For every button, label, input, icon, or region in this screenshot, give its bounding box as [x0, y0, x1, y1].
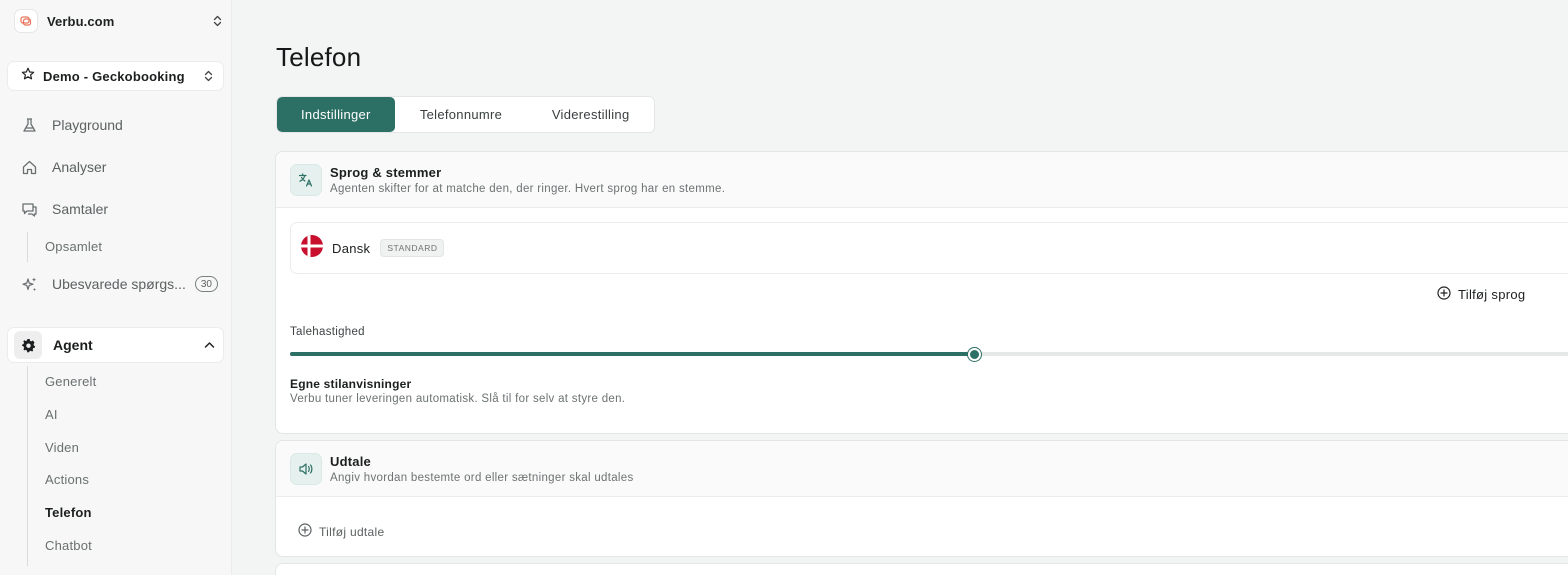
card-header: Sprog & stemmer Agenten skifter for at m… — [276, 152, 1568, 208]
home-icon — [20, 158, 38, 176]
sidebar: Verbu.com Demo - Geckobooking Playground… — [0, 0, 232, 575]
tab-indstillinger[interactable]: Indstillinger — [277, 97, 395, 132]
standard-badge: STANDARD — [380, 239, 445, 257]
language-row-dansk[interactable]: Dansk STANDARD — [290, 222, 1568, 274]
card-title: Sprog & stemmer — [330, 164, 442, 180]
flask-icon — [20, 116, 38, 134]
agent-label: Agent — [53, 337, 93, 353]
tab-telefonnumre[interactable]: Telefonnumre — [395, 97, 528, 132]
languages-card: Sprog & stemmer Agenten skifter for at m… — [275, 151, 1568, 434]
plus-circle-icon — [1437, 286, 1451, 303]
sidebar-subitem-chatbot[interactable]: Chatbot — [45, 538, 92, 553]
org-switcher[interactable]: Verbu.com — [14, 7, 224, 35]
style-instructions-subtitle: Verbu tuner leveringen automatisk. Slå t… — [290, 393, 626, 405]
sidebar-subitem-ai[interactable]: AI — [45, 407, 58, 422]
speaker-icon — [290, 452, 322, 485]
card-title: Udtale — [330, 453, 371, 469]
next-card — [275, 563, 1568, 575]
submenu-line — [27, 232, 28, 262]
project-name: Demo - Geckobooking — [43, 68, 185, 84]
slider-thumb[interactable] — [968, 348, 982, 361]
verbu-logo-icon — [14, 9, 38, 33]
card-subtitle: Angiv hvordan bestemte ord eller sætning… — [330, 471, 634, 484]
card-header: Udtale Angiv hvordan bestemte ord eller … — [276, 441, 1568, 497]
sidebar-item-label: Ubesvarede spørgs... — [52, 276, 186, 292]
add-language-button[interactable]: Tilføj sprog — [1437, 286, 1525, 303]
sidebar-item-samtaler[interactable]: Samtaler — [14, 192, 224, 226]
sidebar-item-agent[interactable]: Agent — [7, 327, 224, 363]
sidebar-item-playground[interactable]: Playground — [14, 108, 224, 142]
chat-icon — [20, 200, 38, 218]
count-badge: 30 — [194, 276, 218, 292]
sidebar-subitem-actions[interactable]: Actions — [45, 472, 89, 487]
sidebar-item-label: Playground — [52, 117, 123, 133]
speech-speed-slider[interactable] — [290, 348, 1568, 361]
slider-fill — [290, 352, 975, 356]
translate-icon — [290, 163, 322, 196]
project-switcher[interactable]: Demo - Geckobooking — [7, 61, 224, 91]
language-name: Dansk — [332, 240, 371, 256]
gear-icon — [14, 331, 42, 359]
add-language-label: Tilføj sprog — [1458, 287, 1526, 302]
add-pronunciation-button[interactable]: Tilføj udtale — [298, 523, 384, 540]
sidebar-item-label: Analyser — [52, 159, 107, 175]
sidebar-subitem-viden[interactable]: Viden — [45, 440, 79, 455]
chevron-up-down-icon — [201, 68, 215, 84]
page-title: Telefon — [276, 42, 362, 72]
pronunciation-card: Udtale Angiv hvordan bestemte ord eller … — [275, 440, 1568, 557]
speech-speed-label: Talehastighed — [290, 326, 365, 338]
chevron-up-icon[interactable] — [204, 336, 215, 354]
star-icon — [21, 67, 35, 86]
add-pronunciation-label: Tilføj udtale — [319, 524, 385, 539]
org-name: Verbu.com — [47, 13, 115, 29]
sparkles-icon — [20, 275, 38, 293]
denmark-flag-icon — [301, 234, 323, 262]
chevron-up-down-icon — [210, 13, 224, 29]
card-subtitle: Agenten skifter for at matche den, der r… — [330, 182, 726, 195]
sidebar-subitem-generelt[interactable]: Generelt — [45, 374, 96, 389]
plus-circle-icon — [298, 523, 312, 540]
sidebar-item-analyser[interactable]: Analyser — [14, 150, 224, 184]
sidebar-item-label: Samtaler — [52, 201, 109, 217]
tab-bar: Indstillinger Telefonnumre Viderestillin… — [276, 96, 655, 133]
submenu-line — [27, 366, 28, 566]
sidebar-subitem-opsamlet[interactable]: Opsamlet — [45, 239, 102, 254]
tab-viderestilling[interactable]: Viderestilling — [527, 97, 654, 132]
style-instructions-title: Egne stilanvisninger — [290, 377, 412, 391]
sidebar-item-unanswered[interactable]: Ubesvarede spørgs... 30 — [14, 267, 224, 301]
sidebar-subitem-telefon[interactable]: Telefon — [45, 505, 92, 520]
